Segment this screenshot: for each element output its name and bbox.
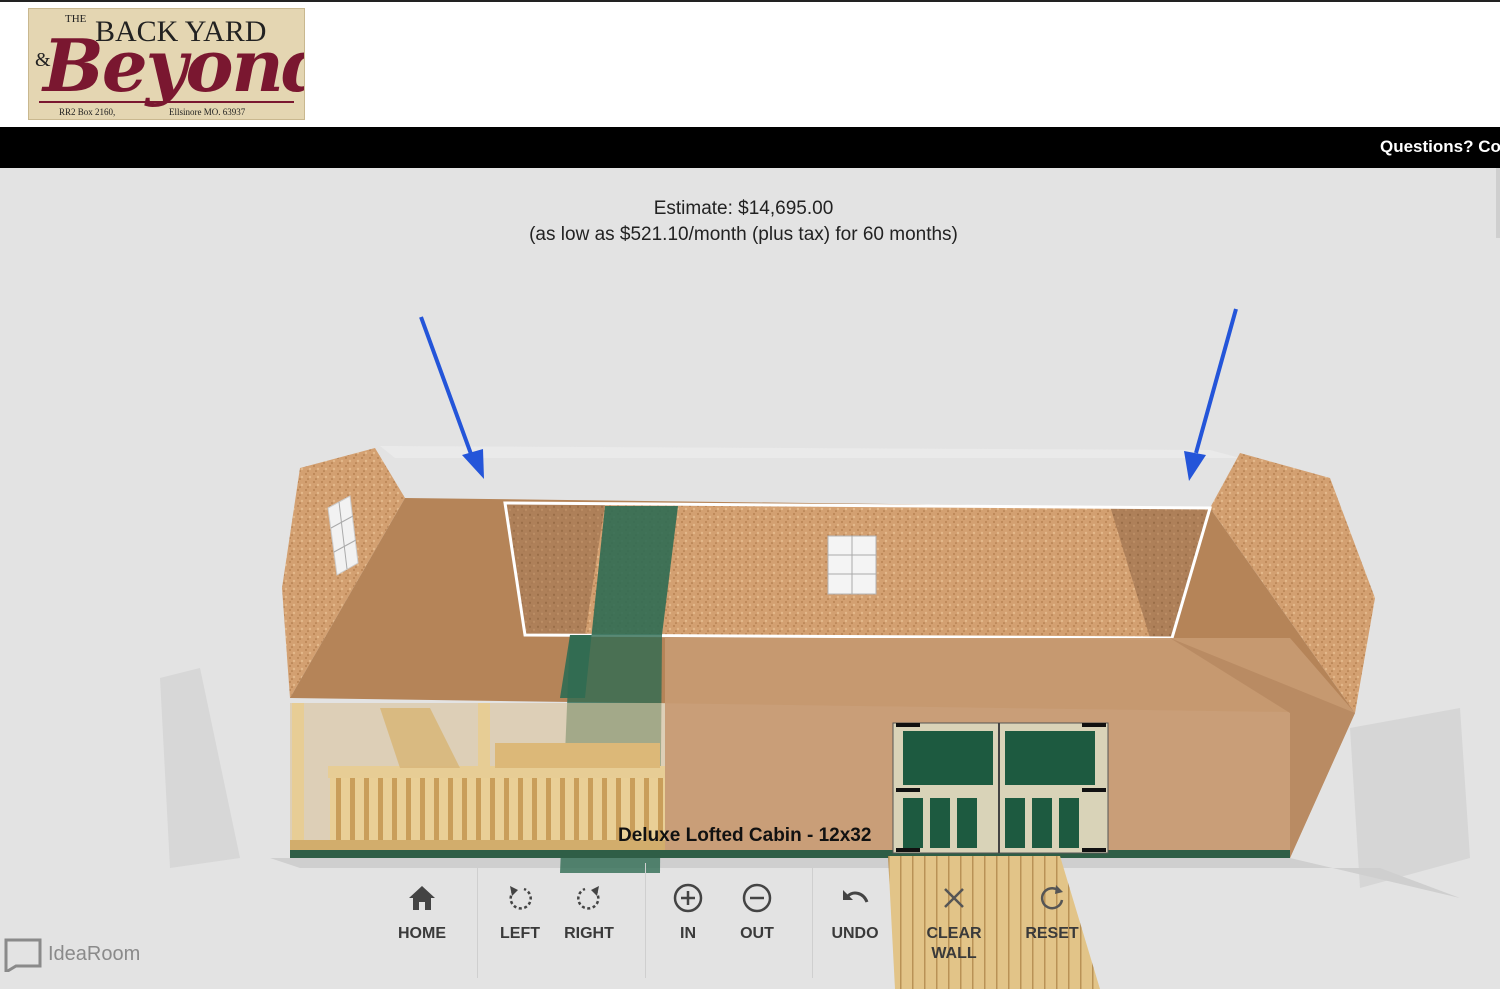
- rotate-left-button[interactable]: LEFT: [480, 882, 560, 944]
- undo-label: UNDO: [831, 925, 879, 942]
- logo-beyond-text: Beyond: [43, 23, 305, 108]
- logo-address-city: Ellsinore MO. 63937: [169, 107, 246, 117]
- roof-ridge: [380, 446, 1240, 458]
- undo-button[interactable]: UNDO: [815, 882, 895, 944]
- clear-wall-label-line1: CLEAR: [926, 925, 982, 942]
- building-3d-render[interactable]: [0, 168, 1500, 989]
- clear-wall-label-line2: WALL: [931, 945, 977, 962]
- double-doors[interactable]: [892, 722, 1109, 854]
- idearoom-logo-icon: [4, 938, 42, 975]
- clear-wall-button[interactable]: CLEAR WALL: [914, 882, 994, 964]
- loft-window: [827, 535, 877, 595]
- questions-contact-link[interactable]: Questions? Con: [1380, 137, 1500, 157]
- ground-watermark-right-shape: [1350, 708, 1470, 888]
- company-logo[interactable]: THE BACK YARD & Beyond RR2 Box 2160, Ell…: [28, 8, 305, 120]
- zoom-in-label: IN: [680, 925, 696, 942]
- reset-icon: [1040, 885, 1064, 910]
- rotate-right-icon: [577, 886, 600, 910]
- zoom-out-button[interactable]: OUT: [717, 882, 797, 944]
- close-icon: [944, 888, 964, 908]
- ground-watermark-left-shape: [160, 668, 240, 868]
- idearoom-branding[interactable]: IdeaRoom: [4, 938, 140, 975]
- site-header: THE BACK YARD & Beyond RR2 Box 2160, Ell…: [0, 0, 1500, 127]
- rotate-left-icon: [509, 886, 532, 910]
- top-bar: Questions? Con: [0, 127, 1500, 168]
- undo-icon: [843, 890, 869, 903]
- home-icon: [409, 886, 435, 910]
- zoom-out-label: OUT: [740, 925, 774, 942]
- zoom-in-icon: [673, 883, 703, 913]
- front-porch: [290, 703, 665, 853]
- logo-divider: [39, 101, 294, 103]
- home-label: HOME: [398, 925, 446, 942]
- rotate-right-button[interactable]: RIGHT: [549, 882, 629, 944]
- rotate-left-label: LEFT: [500, 925, 540, 942]
- rotate-right-label: RIGHT: [564, 925, 614, 942]
- reset-button[interactable]: RESET: [1012, 882, 1092, 944]
- 3d-viewer[interactable]: Estimate: $14,695.00 (as low as $521.10/…: [0, 168, 1500, 989]
- reset-label: RESET: [1025, 925, 1079, 942]
- model-name-label: Deluxe Lofted Cabin - 12x32: [618, 825, 872, 846]
- zoom-out-icon: [742, 883, 772, 913]
- logo-address-street: RR2 Box 2160,: [59, 107, 116, 117]
- home-button[interactable]: HOME: [382, 882, 462, 944]
- base-trim: [290, 850, 1290, 858]
- zoom-in-button[interactable]: IN: [648, 882, 728, 944]
- idearoom-text: IdeaRoom: [48, 943, 141, 965]
